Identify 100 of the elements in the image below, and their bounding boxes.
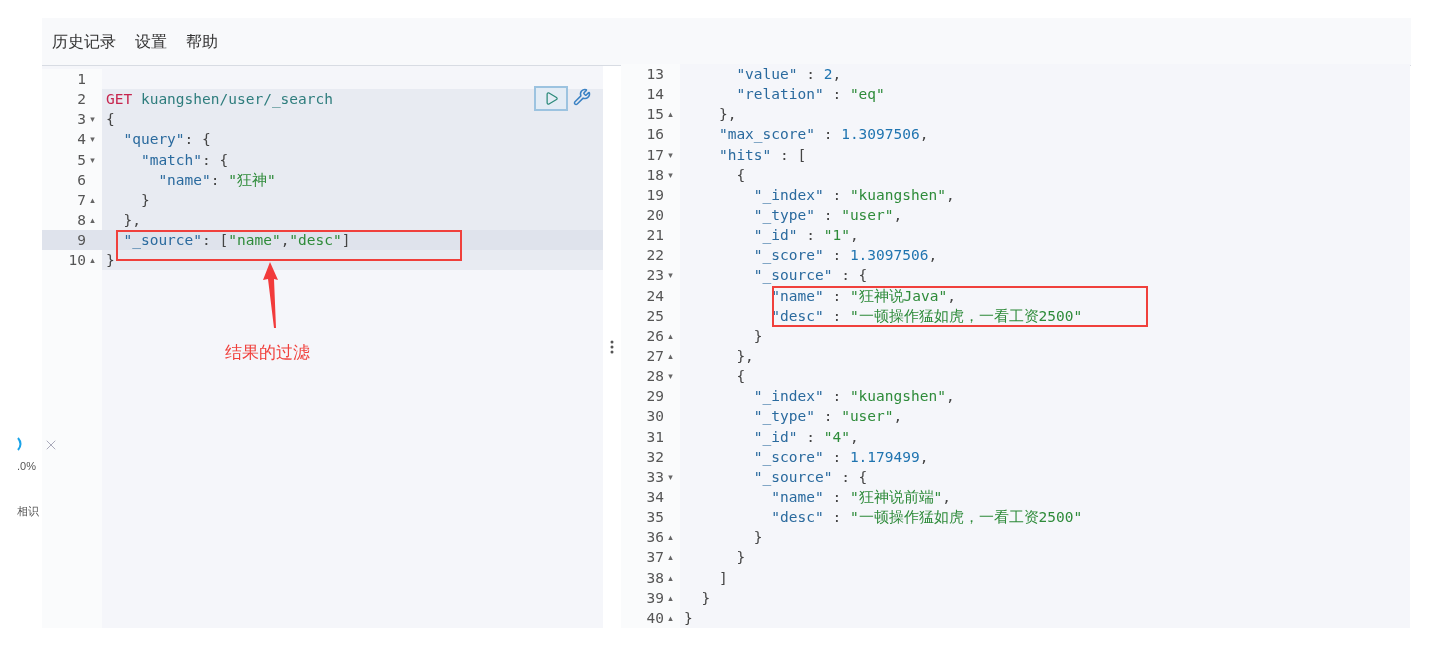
fold-toggle[interactable]: ▾ <box>86 149 99 170</box>
line-number: 24 <box>646 286 664 306</box>
line-number: 27 <box>646 346 664 366</box>
line-number: 31 <box>646 427 664 447</box>
code-token: "name" <box>228 231 281 251</box>
code-token: "狂神说Java" <box>849 286 948 306</box>
code-token: 1.179499 <box>849 447 920 467</box>
fold-toggle[interactable]: ▾ <box>86 109 99 130</box>
fold-toggle[interactable]: ▾ <box>664 164 677 185</box>
code-token: "_source" <box>122 231 203 251</box>
fold-toggle[interactable]: ▴ <box>664 104 677 125</box>
code-token: "match" <box>139 150 203 170</box>
code-token: }, <box>122 211 141 230</box>
code-token: }, <box>717 105 737 125</box>
line-number: 19 <box>646 185 664 205</box>
code-token: "狂神" <box>228 170 276 190</box>
code-token: ] <box>341 231 351 251</box>
code-token: { <box>106 110 115 130</box>
line-number: 29 <box>646 387 664 407</box>
fold-toggle[interactable]: ▴ <box>664 345 677 367</box>
line-number: 38 <box>646 568 664 588</box>
line-number: 17 <box>646 145 664 165</box>
code-token: "_score" <box>752 447 824 467</box>
fold-toggle[interactable]: ▴ <box>664 527 677 548</box>
fold-toggle[interactable]: ▾ <box>664 265 677 286</box>
code-token: } <box>106 251 115 271</box>
line-number: 6 <box>77 170 86 190</box>
fold-toggle[interactable]: ▴ <box>664 567 677 588</box>
fold-toggle[interactable]: ▴ <box>86 250 99 271</box>
fold-toggle[interactable]: ▴ <box>664 607 677 628</box>
code-token: , <box>893 407 903 427</box>
code-token: } <box>684 608 693 628</box>
code-token: "desc" <box>289 231 342 251</box>
code-token: : <box>831 447 843 467</box>
code-token: } <box>700 588 711 608</box>
code-token: "_type" <box>752 206 815 226</box>
code-token: , <box>849 427 859 447</box>
line-number: 14 <box>646 85 664 105</box>
code-token: : { <box>840 266 868 286</box>
code-token: : <box>805 65 816 84</box>
code-token: 1.3097506 <box>841 125 920 145</box>
line-number: 1 <box>77 70 86 89</box>
code-token: , <box>945 387 955 407</box>
code-token: "name" <box>157 170 211 190</box>
code-token: } <box>752 528 763 548</box>
code-token: 2 <box>823 65 833 84</box>
code-token: } <box>752 326 763 346</box>
code-token: "relation" <box>735 85 824 105</box>
line-number: 7 <box>77 190 86 210</box>
code-token: "狂神说前端" <box>849 487 943 507</box>
code-token: , <box>945 185 955 205</box>
menu-item[interactable]: 设置 <box>135 29 167 54</box>
code-token: "desc" <box>770 306 824 326</box>
fold-toggle[interactable]: ▴ <box>664 547 677 568</box>
menu-item[interactable]: 历史记录 <box>52 29 116 54</box>
code-token: "kuangshen" <box>849 387 946 407</box>
line-number: 8 <box>77 211 86 230</box>
code-token: "一顿操作猛如虎，一看工资2500" <box>849 306 1083 326</box>
code-token: { <box>735 367 746 387</box>
request-editor[interactable]: 1 2 GET kuangshen/user/_search 3 ▾ { 4 ▾ "query": { 5 ▾ "match": { 6 "name": "狂神" 7 ▴ } 8 ▴ }, 9 "_source": ["name","desc"] 10 ▴ } 结果的过滤 <box>42 66 603 628</box>
fold-toggle[interactable]: ▾ <box>86 129 99 150</box>
fold-toggle[interactable]: ▾ <box>664 366 677 387</box>
code-token: : <box>831 306 843 326</box>
fold-toggle[interactable]: ▴ <box>86 210 99 231</box>
line-number: 39 <box>646 588 664 608</box>
code-token: "_source" <box>752 266 833 286</box>
fold-toggle[interactable]: ▾ <box>664 466 677 487</box>
code-token: , <box>942 487 952 507</box>
code-token: } <box>735 548 746 568</box>
code-token: "_source" <box>752 467 833 487</box>
code-token: : <box>210 170 221 190</box>
code-token: : <box>822 407 834 427</box>
line-number: 40 <box>646 608 664 628</box>
line-number: 16 <box>646 125 664 145</box>
code-token: "_index" <box>752 185 824 205</box>
code-token: : <box>822 206 834 225</box>
code-token: 1.3097506 <box>849 246 929 266</box>
fold-toggle[interactable]: ▴ <box>664 587 677 608</box>
code-token: : <box>831 508 843 528</box>
fold-toggle[interactable]: ▴ <box>86 189 99 210</box>
code-token: "user" <box>841 206 894 225</box>
line-number: 5 <box>77 150 86 170</box>
code-token: , <box>919 125 929 145</box>
code-token: "hits" <box>717 145 772 165</box>
code-token: kuangshen/user/_search <box>139 90 333 110</box>
code-token: "4" <box>823 427 850 447</box>
fold-toggle[interactable]: ▴ <box>664 325 677 346</box>
menu-item[interactable]: 帮助 <box>186 29 218 54</box>
code-token: "_id" <box>752 427 798 447</box>
code-token: : <box>831 286 843 306</box>
code-token: } <box>139 190 150 210</box>
line-number: 2 <box>77 90 86 110</box>
code-token: , <box>919 447 929 467</box>
code-token: "name" <box>770 487 824 507</box>
code-token: "kuangshen" <box>849 185 946 205</box>
fold-toggle[interactable]: ▾ <box>664 144 677 165</box>
line-number: 36 <box>646 528 664 548</box>
code-token: , <box>947 286 956 306</box>
code-token: : { <box>202 150 229 170</box>
code-token: ] <box>717 568 728 588</box>
